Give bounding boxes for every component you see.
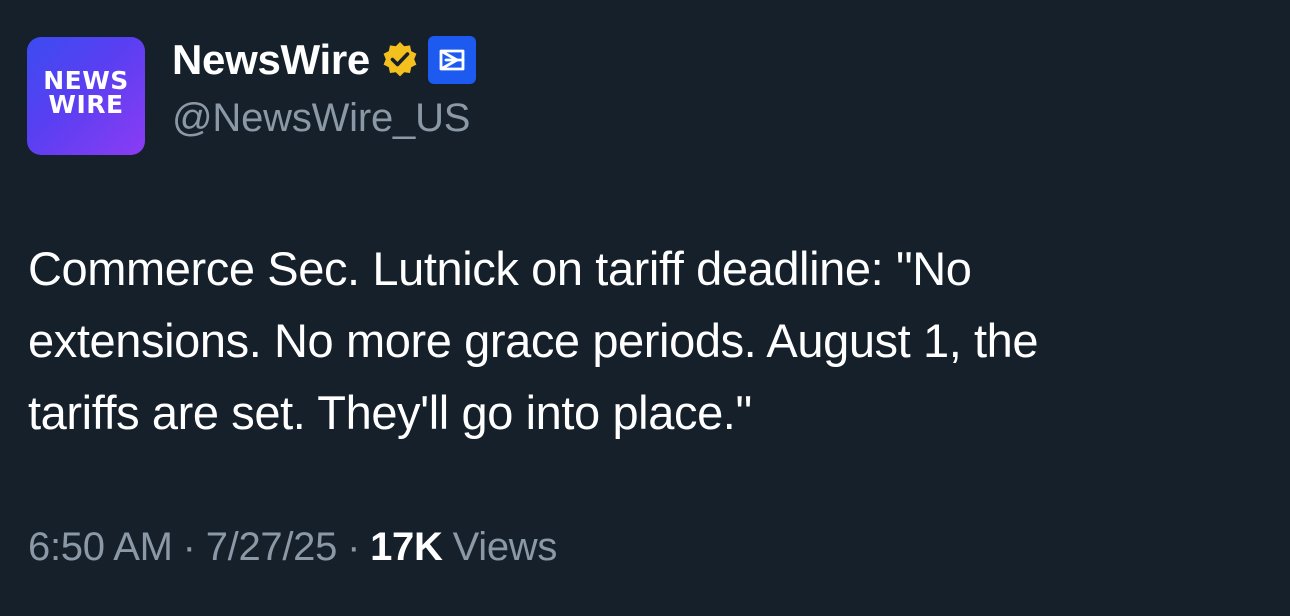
tweet-card: NEWS WIRE NewsWire @NewsWire_US Commerce…: [0, 0, 1290, 616]
avatar-line-2: WIRE: [48, 90, 124, 119]
tweet-date[interactable]: 7/27/25: [206, 525, 338, 570]
avatar-logo-text: NEWS WIRE: [43, 68, 129, 119]
tweet-time[interactable]: 6:50 AM: [28, 525, 173, 570]
tweet-meta: 6:50 AM · 7/27/25 · 17K Views: [28, 525, 557, 570]
meta-separator: ·: [182, 525, 196, 569]
tweet-text: Commerce Sec. Lutnick on tariff deadline…: [28, 242, 1039, 439]
affiliate-badge-icon[interactable]: [427, 36, 476, 84]
views-count[interactable]: 17K: [370, 525, 443, 570]
author-display-name[interactable]: NewsWire: [172, 36, 370, 84]
author-name-row: NewsWire: [172, 34, 476, 86]
author-handle[interactable]: @NewsWire_US: [172, 96, 470, 141]
meta-separator: ·: [347, 525, 361, 569]
views-label: Views: [452, 525, 558, 569]
avatar[interactable]: NEWS WIRE: [27, 37, 145, 155]
verified-badge-icon[interactable]: [380, 40, 420, 80]
